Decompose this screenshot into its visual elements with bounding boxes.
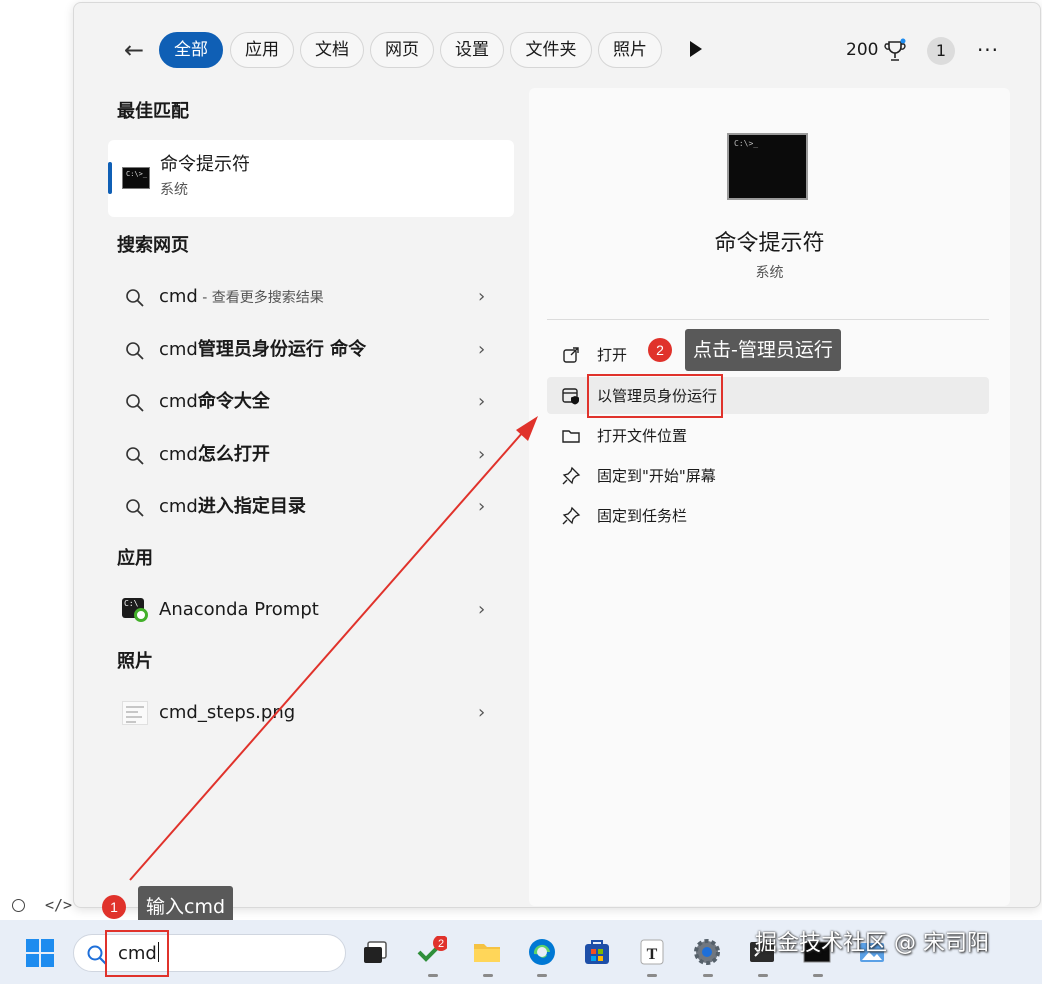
section-best-match: 最佳匹配 [117,101,189,122]
pin-icon [562,466,581,485]
chevron-right-icon[interactable]: › [478,338,485,362]
search-icon [126,499,144,517]
notepad-icon[interactable]: T [636,936,668,968]
web-result-bold: 进入指定目录 [197,496,306,517]
photo-result-item[interactable]: cmd_steps.png › [108,691,514,735]
detail-title: 命令提示符 [714,231,825,256]
trophy-icon[interactable] [881,36,911,66]
chevron-right-icon[interactable]: › [478,390,485,414]
web-result-prefix: cmd [159,339,198,360]
tab-folders[interactable]: 文件夹 [510,32,592,68]
web-result-item[interactable]: cmd命令大全 › [108,380,514,424]
running-indicator [703,974,713,977]
search-icon [126,342,144,360]
tab-settings[interactable]: 设置 [440,32,504,68]
running-indicator [758,974,768,977]
app-result-name: Anaconda Prompt [159,599,319,620]
status-circle-icon[interactable] [12,899,25,912]
rewards-points: 200 [846,40,879,60]
running-indicator [483,974,493,977]
todo-badge-count: 2 [438,938,444,950]
cmd-icon-text: C:\>_ [126,170,148,178]
todo-check-icon[interactable]: 2 [415,936,447,968]
anaconda-icon: C:\ [122,598,148,622]
user-badge[interactable]: 1 [927,37,955,65]
back-arrow-icon[interactable]: ← [120,36,148,64]
section-photos: 照片 [117,651,153,672]
anaconda-ring [134,608,148,622]
action-label: 打开文件位置 [597,427,688,445]
web-result-prefix: cmd [159,286,198,307]
chevron-right-icon[interactable]: › [478,598,485,622]
chevron-right-icon[interactable]: › [478,285,485,309]
chevron-right-icon[interactable]: › [478,701,485,725]
section-web-search: 搜索网页 [117,235,189,256]
running-indicator [537,974,547,977]
more-options-button[interactable]: ··· [973,35,1003,65]
action-label: 打开 [597,346,628,364]
tab-all[interactable]: 全部 [159,32,223,68]
chevron-right-icon[interactable]: › [478,443,485,467]
shield-admin-icon [562,388,579,405]
web-result-bold: 命令大全 [197,391,270,412]
detail-sub: 系统 [755,265,784,281]
search-icon [126,447,144,465]
folder-icon [562,430,580,443]
tab-web[interactable]: 网页 [370,32,434,68]
highlight-search-input [105,930,169,977]
cmd-icon: C:\>_ [727,133,808,200]
web-result-hint: - 查看更多搜索结果 [197,290,324,306]
watermark: 掘金技术社区 @ 宋司阳 [755,931,989,956]
action-label: 固定到"开始"屏幕 [597,467,716,485]
section-apps: 应用 [117,548,153,569]
web-result-prefix: cmd [159,391,198,412]
step-2-callout: 点击-管理员运行 [685,329,841,371]
web-result-prefix: cmd [159,444,198,465]
web-result-item[interactable]: cmd - 查看更多搜索结果 › [108,275,514,319]
web-result-item[interactable]: cmd管理员身份运行 命令 › [108,328,514,372]
search-icon [126,394,144,412]
web-result-bold: 管理员身份运行 命令 [197,339,367,360]
open-external-icon [563,347,579,363]
highlight-run-as-admin [587,374,723,418]
action-label: 固定到任务栏 [597,507,688,525]
tab-documents[interactable]: 文档 [300,32,364,68]
web-result-prefix: cmd [159,496,198,517]
web-result-item[interactable]: cmd进入指定目录 › [108,485,514,529]
running-indicator [428,974,438,977]
action-open-file-location[interactable]: 打开文件位置 [547,417,989,454]
settings-gear-icon[interactable] [691,936,723,968]
best-match-name: 命令提示符 [160,154,250,175]
chevron-right-icon[interactable]: › [478,495,485,519]
best-match-item[interactable]: C:\>_ 命令提示符 系统 [108,140,514,217]
web-result-item[interactable]: cmd怎么打开 › [108,433,514,477]
cmd-icon-text: C:\>_ [734,139,759,148]
selection-accent [108,162,112,194]
store-icon[interactable] [581,936,613,968]
code-icon[interactable]: </> [45,896,72,914]
search-icon [126,289,144,307]
action-pin-taskbar[interactable]: 固定到任务栏 [547,497,989,534]
task-view-icon[interactable] [360,936,392,968]
play-icon[interactable] [690,41,702,57]
best-match-sub: 系统 [160,182,188,198]
tab-photos[interactable]: 照片 [598,32,662,68]
action-pin-start[interactable]: 固定到"开始"屏幕 [547,457,989,494]
web-result-bold: 怎么打开 [197,444,270,465]
divider [547,319,989,320]
cmd-icon: C:\>_ [122,167,150,189]
pin-icon [562,506,581,525]
step-2-marker: 2 [648,338,672,362]
photo-result-name: cmd_steps.png [159,702,296,723]
file-explorer-icon[interactable] [471,936,503,968]
app-result-item[interactable]: C:\ Anaconda Prompt › [108,588,514,632]
running-indicator [647,974,657,977]
tab-apps[interactable]: 应用 [230,32,294,68]
step-1-marker: 1 [102,895,126,919]
running-indicator [813,974,823,977]
windows-start-icon[interactable] [26,939,55,968]
edge-icon[interactable] [526,936,558,968]
notepad-letter: T [647,946,658,963]
image-thumbnail-icon [122,701,148,725]
